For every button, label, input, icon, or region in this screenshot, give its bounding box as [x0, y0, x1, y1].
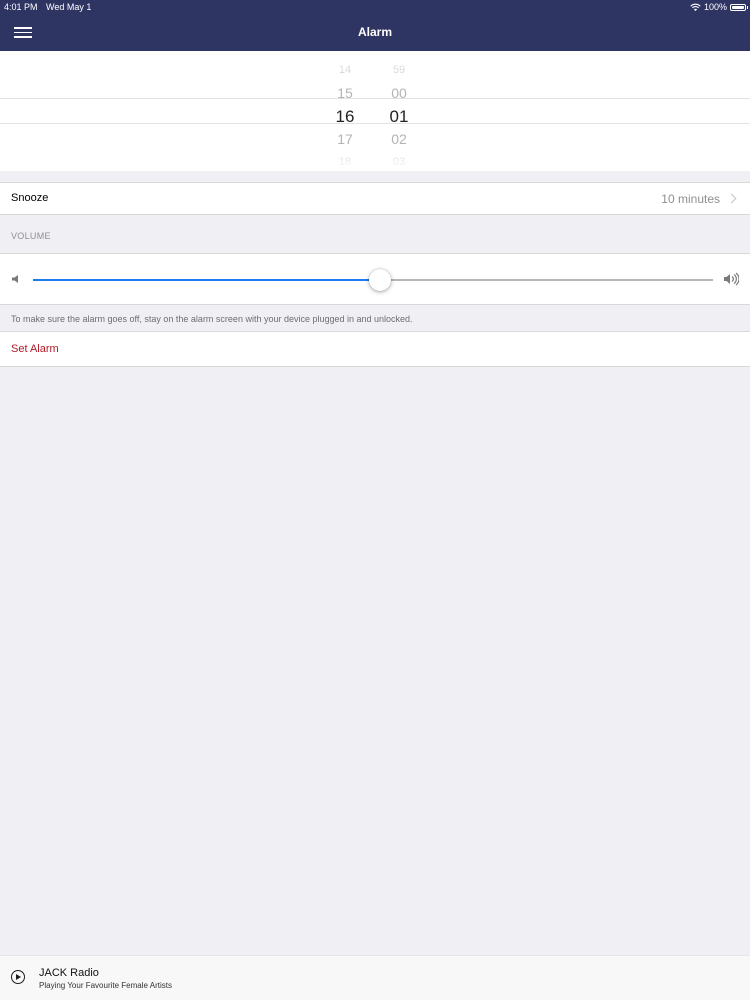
snooze-label: Snooze: [11, 192, 49, 204]
now-playing-bar[interactable]: JACK Radio Playing Your Favourite Female…: [0, 955, 750, 1000]
status-right: 100%: [690, 0, 748, 14]
volume-high-icon: [724, 272, 739, 286]
status-time: 4:01 PM: [4, 2, 38, 12]
battery-icon: [730, 3, 748, 11]
player-subtitle: Playing Your Favourite Female Artists: [39, 981, 172, 990]
volume-low-icon: [12, 275, 18, 283]
picker-selection-line-bottom: [0, 123, 750, 124]
picker-fade-top: [0, 51, 750, 71]
battery-percent: 100%: [703, 2, 727, 12]
player-title: JACK Radio: [39, 967, 99, 979]
volume-slider-thumb[interactable]: [368, 269, 391, 291]
snooze-value: 10 minutes: [661, 192, 720, 206]
wifi-icon: [690, 3, 701, 11]
set-alarm-label: Set Alarm: [11, 343, 59, 355]
minute-option[interactable]: 02: [379, 128, 419, 151]
picker-selection-line-top: [0, 98, 750, 99]
minute-option[interactable]: 00: [379, 82, 419, 105]
alarm-footer-note: To make sure the alarm goes off, stay on…: [11, 314, 413, 324]
picker-fade-bottom: [0, 151, 750, 171]
volume-slider-fill: [33, 279, 380, 281]
nav-bar: Alarm: [0, 14, 750, 51]
page-title: Alarm: [357, 25, 392, 39]
hour-option-selected[interactable]: 16: [325, 105, 365, 128]
volume-slider[interactable]: [33, 269, 713, 291]
volume-section-header: VOLUME: [11, 231, 51, 241]
hour-option[interactable]: 15: [325, 82, 365, 105]
time-picker[interactable]: 14 15 16 17 18 59 00 01 02 03: [0, 51, 750, 171]
status-left: 4:01 PM Wed May 1: [4, 0, 97, 14]
play-circle-icon[interactable]: [11, 970, 25, 984]
status-bar: 4:01 PM Wed May 1 100%: [0, 0, 750, 14]
minute-option-selected[interactable]: 01: [379, 105, 419, 128]
volume-row: [0, 253, 750, 305]
snooze-row[interactable]: Snooze 10 minutes: [0, 182, 750, 215]
hour-option[interactable]: 17: [325, 128, 365, 151]
chevron-right-icon: [726, 193, 737, 204]
set-alarm-button[interactable]: Set Alarm: [0, 331, 750, 367]
status-date: Wed May 1: [46, 2, 92, 12]
